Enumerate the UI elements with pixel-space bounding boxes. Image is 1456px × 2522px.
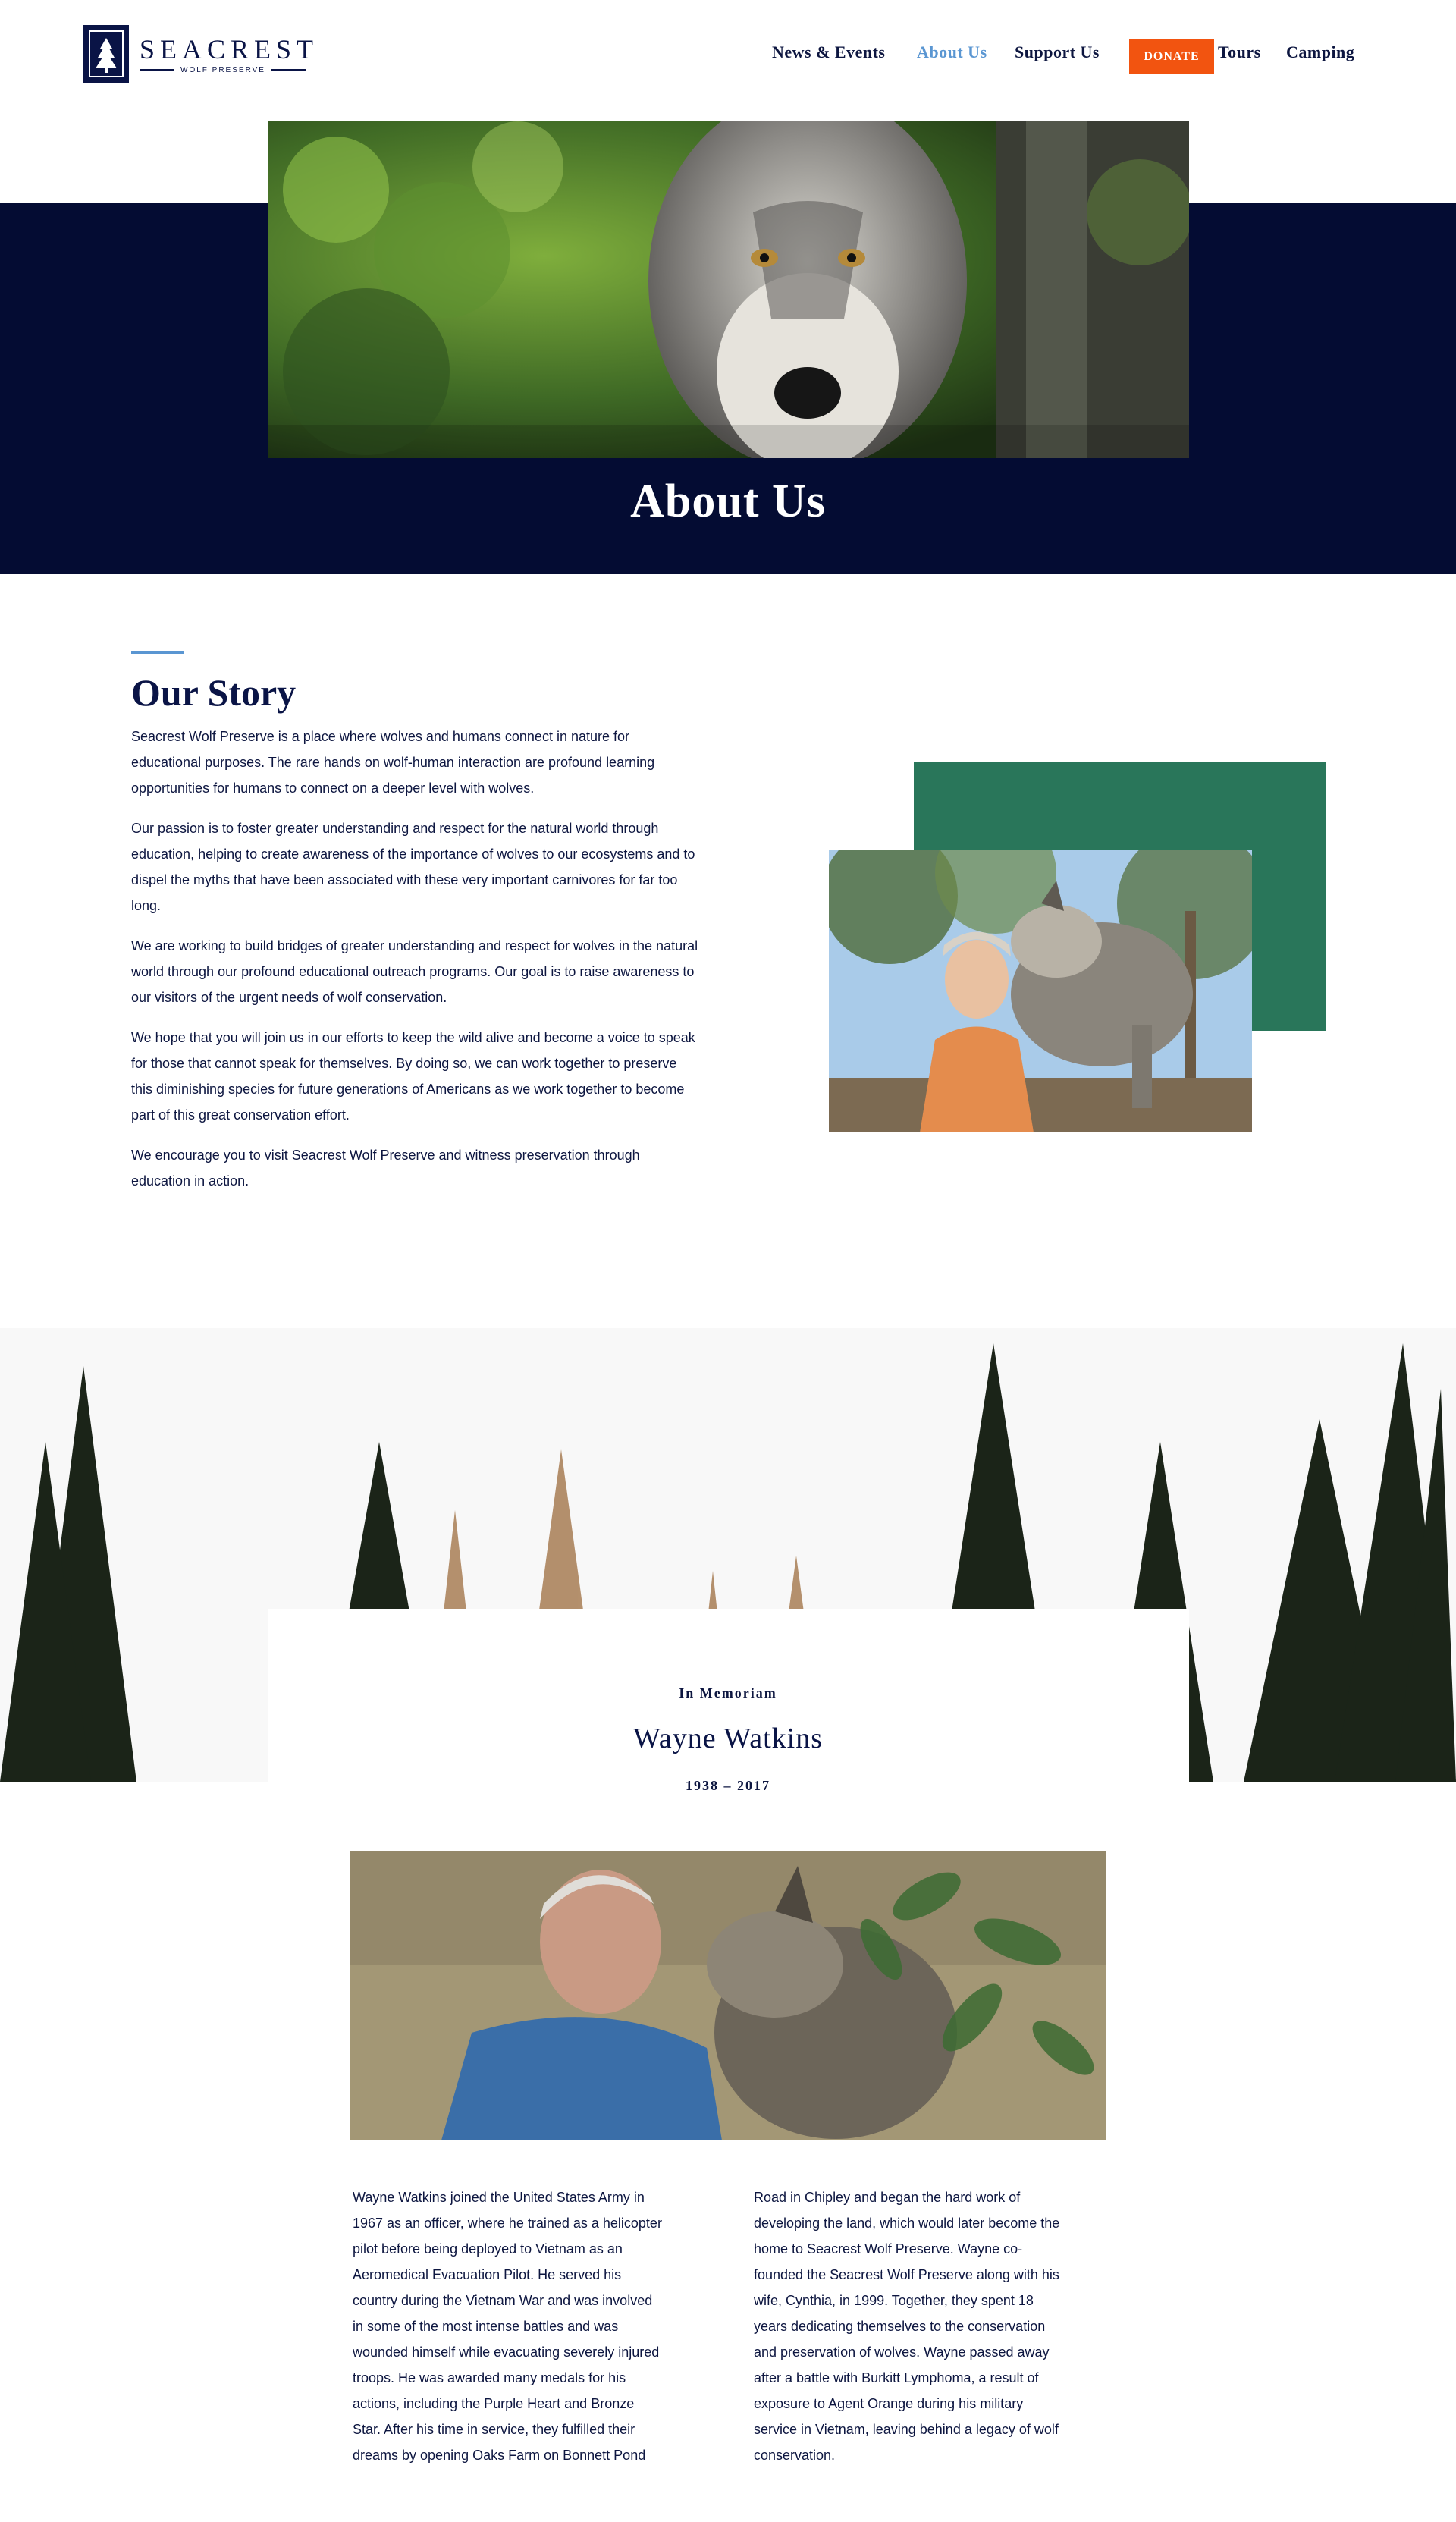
hero-wolf-photo bbox=[268, 121, 1189, 458]
nav-link-support-us[interactable]: Support Us bbox=[1015, 42, 1100, 62]
story-body: Seacrest Wolf Preserve is a place where … bbox=[131, 724, 698, 1208]
story-paragraph: Our passion is to foster greater underst… bbox=[131, 821, 695, 913]
memoriam-dates: 1938 – 2017 bbox=[686, 1778, 770, 1793]
story-paragraph: We are working to build bridges of great… bbox=[131, 938, 698, 1005]
memoriam-name: Wayne Watkins bbox=[633, 1723, 823, 1754]
memoriam-bio-right: Road in Chipley and began the hard work … bbox=[754, 2190, 1060, 2463]
story-heading: Our Story bbox=[131, 671, 297, 714]
main-nav: News & Events About Us Support Us DONATE… bbox=[0, 39, 1456, 74]
page-title: About Us bbox=[630, 476, 826, 527]
story-paragraph: Seacrest Wolf Preserve is a place where … bbox=[131, 729, 655, 796]
nav-link-news-events[interactable]: News & Events bbox=[772, 42, 886, 62]
story-paragraph: We hope that you will join us in our eff… bbox=[131, 1030, 695, 1123]
heading-accent-line bbox=[131, 651, 184, 654]
nav-link-about-us[interactable]: About Us bbox=[917, 42, 987, 62]
memoriam-kicker: In Memoriam bbox=[679, 1685, 777, 1701]
memoriam-bio-left: Wayne Watkins joined the United States A… bbox=[353, 2190, 662, 2463]
story-paragraph: We encourage you to visit Seacrest Wolf … bbox=[131, 1148, 640, 1189]
donate-button[interactable]: DONATE bbox=[1129, 39, 1214, 74]
nav-link-camping[interactable]: Camping bbox=[1286, 42, 1354, 62]
woman-with-wolf-photo bbox=[829, 850, 1252, 1132]
nav-link-tours[interactable]: Tours bbox=[1218, 42, 1261, 62]
man-with-wolf-photo bbox=[350, 1851, 1106, 2140]
